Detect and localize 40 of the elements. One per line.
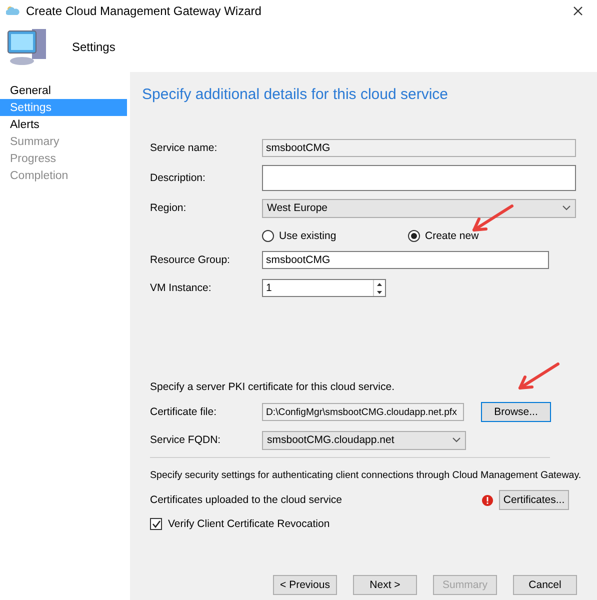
region-dropdown[interactable]: West Europe: [262, 198, 576, 218]
instruction-text: Specify a server PKI certificate for this cloud service.: [149, 381, 396, 393]
browse-button[interactable]: Browse...: [481, 402, 551, 422]
field-label: VM Instance:: [150, 282, 212, 294]
field-label: Service FQDN:: [150, 434, 222, 446]
wizard-step[interactable]: Alerts: [0, 116, 127, 133]
cloud-icon: [6, 6, 20, 16]
instruction-text: Specify security settings for authenticating client connections through Cloud Management Gateway.: [149, 470, 582, 481]
radio-button[interactable]: [408, 230, 420, 242]
certificates-label: Certificates uploaded to the cloud service: [150, 494, 344, 506]
field-label: Region:: [150, 202, 188, 214]
spinner-arrows-icon[interactable]: [373, 280, 385, 296]
radio-button[interactable]: [262, 230, 274, 242]
checkbox-label: Verify Client Certificate Revocation: [168, 518, 330, 530]
close-icon[interactable]: [573, 6, 583, 16]
checkbox[interactable]: [150, 518, 162, 530]
field-label: Service name:: [150, 142, 218, 154]
wizard-button[interactable]: Cancel: [513, 575, 577, 595]
radio-label: Use existing: [279, 230, 336, 242]
certificate-file-field[interactable]: D:\ConfigMgr\smsbootCMG.cloudapp.net.pfx: [262, 403, 464, 421]
field-label: Certificate file:: [150, 406, 218, 418]
resource-group-field[interactable]: smsbootCMG: [262, 251, 549, 269]
chevron-down-icon: [452, 437, 461, 443]
arrow-annotation: [516, 362, 560, 392]
radio-label: Create new: [425, 230, 479, 242]
page-title: Settings: [72, 40, 116, 54]
section-heading: Specify additional details for this cloud service: [142, 86, 449, 103]
certificates-button[interactable]: Certificates...: [499, 490, 569, 510]
vm-instance-spinner[interactable]: 1: [262, 279, 386, 297]
description-field[interactable]: [262, 165, 576, 191]
service-fqdn-dropdown[interactable]: smsbootCMG.cloudapp.net: [262, 430, 466, 450]
wizard-step[interactable]: General: [0, 82, 127, 99]
service-name-field[interactable]: smsbootCMG: [262, 139, 576, 157]
field-label: Description:: [150, 172, 206, 184]
window-title: Create Cloud Management Gateway Wizard: [26, 4, 262, 18]
chevron-down-icon: [562, 205, 571, 211]
wizard-button[interactable]: < Previous: [273, 575, 337, 595]
wizard-button[interactable]: Next >: [353, 575, 417, 595]
arrow-annotation: [470, 204, 514, 234]
field-label: Resource Group:: [150, 254, 231, 266]
